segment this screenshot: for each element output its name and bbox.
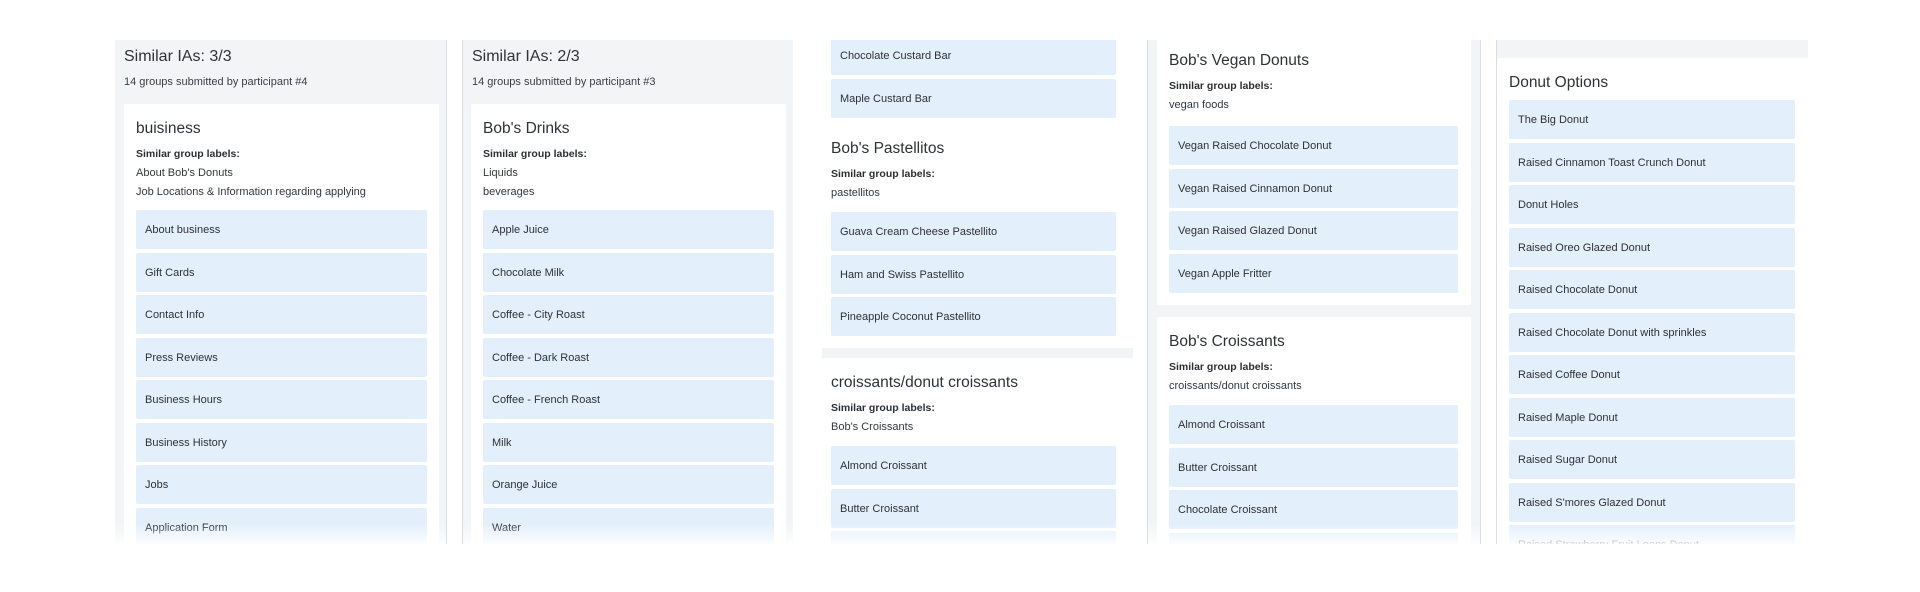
card-item[interactable]: Coffee - French Roast bbox=[483, 380, 774, 419]
group-card-drinks: Bob's Drinks Similar group labels: Liqui… bbox=[471, 104, 786, 544]
card-item[interactable]: Almond Croissant bbox=[1169, 405, 1458, 444]
similar-labels-heading: Similar group labels: bbox=[136, 148, 240, 160]
card-item[interactable]: Guava Cream Cheese Pastellito bbox=[831, 212, 1116, 251]
card-item[interactable]: Raised Sugar Donut bbox=[1509, 440, 1795, 479]
card-item[interactable]: Maple Custard Bar bbox=[831, 79, 1116, 118]
card-item[interactable]: Raised Chocolate Donut with sprinkles bbox=[1509, 313, 1795, 352]
column-title: Similar IAs: 2/3 bbox=[472, 48, 580, 65]
group-card-business: buisiness Similar group labels: About Bo… bbox=[124, 104, 439, 544]
similar-label: beverages bbox=[483, 186, 535, 198]
card-item[interactable]: About business bbox=[136, 210, 427, 249]
card-item[interactable]: Almond Croissant bbox=[831, 446, 1116, 485]
card-item[interactable]: Raised Chocolate Donut bbox=[1509, 270, 1795, 309]
card-item[interactable]: Chocolate Croissant bbox=[1169, 490, 1458, 529]
card-item[interactable]: Gift Cards bbox=[136, 253, 427, 292]
ia-column-4: Bob's Vegan Donuts Similar group labels:… bbox=[1147, 40, 1481, 544]
group-title: buisiness bbox=[136, 120, 201, 137]
card-item[interactable]: Vegan Apple Fritter bbox=[1169, 254, 1458, 293]
column-title: Similar IAs: 3/3 bbox=[124, 48, 232, 65]
column-subtitle: 14 groups submitted by participant #3 bbox=[472, 76, 656, 88]
card-item[interactable]: Ham and Swiss Pastellito bbox=[831, 255, 1116, 294]
similar-labels-heading: Similar group labels: bbox=[1169, 361, 1273, 373]
card-item[interactable]: Press Reviews bbox=[136, 338, 427, 377]
column-subtitle: 14 groups submitted by participant #4 bbox=[124, 76, 308, 88]
ia-column-3: Chocolate Custard Bar Maple Custard Bar … bbox=[822, 40, 1133, 544]
similar-labels-heading: Similar group labels: bbox=[831, 168, 935, 180]
card-item[interactable]: Donut Holes bbox=[1509, 185, 1795, 224]
card-item[interactable]: Chocolate Milk bbox=[483, 253, 774, 292]
card-item[interactable]: Orange Juice bbox=[483, 465, 774, 504]
card-item[interactable]: Pineapple Coconut Pastellito bbox=[831, 297, 1116, 336]
card-item[interactable]: Butter Croissant bbox=[1169, 448, 1458, 487]
card-item[interactable]: Raised Oreo Glazed Donut bbox=[1509, 228, 1795, 267]
group-card-croissants-donut: croissants/donut croissants Similar grou… bbox=[822, 358, 1133, 544]
group-card-croissants: Bob's Croissants Similar group labels: c… bbox=[1157, 317, 1471, 544]
card-item[interactable]: Vegan Raised Chocolate Donut bbox=[1169, 126, 1458, 165]
card-item[interactable]: Raised Strawberry Fruit Loops Donut bbox=[1509, 525, 1795, 544]
group-card-donut-options: Donut Options The Big Donut Raised Cinna… bbox=[1497, 58, 1808, 544]
group-title: Bob's Croissants bbox=[1169, 333, 1285, 350]
similar-label: vegan foods bbox=[1169, 99, 1229, 111]
card-item[interactable] bbox=[1169, 533, 1458, 544]
card-item[interactable] bbox=[831, 531, 1116, 544]
similar-label: Liquids bbox=[483, 167, 518, 179]
similar-label: croissants/donut croissants bbox=[1169, 380, 1302, 392]
card-item[interactable]: The Big Donut bbox=[1509, 100, 1795, 139]
ia-column-5: Donut Options The Big Donut Raised Cinna… bbox=[1496, 40, 1808, 544]
card-item[interactable]: Coffee - Dark Roast bbox=[483, 338, 774, 377]
group-title: Donut Options bbox=[1509, 74, 1609, 91]
group-title: croissants/donut croissants bbox=[831, 374, 1018, 391]
card-item[interactable]: Raised Maple Donut bbox=[1509, 398, 1795, 437]
similar-label: Bob's Croissants bbox=[831, 421, 914, 433]
card-item[interactable]: Milk bbox=[483, 423, 774, 462]
card-item[interactable]: Butter Croissant bbox=[831, 489, 1116, 528]
similar-labels-heading: Similar group labels: bbox=[1169, 80, 1273, 92]
group-card-vegan: Bob's Vegan Donuts Similar group labels:… bbox=[1157, 40, 1471, 305]
card-item[interactable]: Raised Cinnamon Toast Crunch Donut bbox=[1509, 143, 1795, 182]
card-item[interactable]: Vegan Raised Glazed Donut bbox=[1169, 211, 1458, 250]
group-title: Bob's Pastellitos bbox=[831, 140, 945, 157]
card-item[interactable]: Chocolate Custard Bar bbox=[831, 40, 1116, 75]
card-item[interactable]: Raised Coffee Donut bbox=[1509, 355, 1795, 394]
card-item[interactable]: Jobs bbox=[136, 465, 427, 504]
card-item[interactable]: Business Hours bbox=[136, 380, 427, 419]
group-title: Bob's Drinks bbox=[483, 120, 570, 137]
ia-column-2: Similar IAs: 2/3 14 groups submitted by … bbox=[462, 40, 793, 544]
card-item[interactable]: Apple Juice bbox=[483, 210, 774, 249]
card-item[interactable]: Vegan Raised Cinnamon Donut bbox=[1169, 169, 1458, 208]
card-item[interactable]: Application Form bbox=[136, 508, 427, 544]
card-item[interactable]: Coffee - City Roast bbox=[483, 295, 774, 334]
card-item[interactable]: Water bbox=[483, 508, 774, 544]
card-item[interactable]: Contact Info bbox=[136, 295, 427, 334]
group-card-pastellitos: Bob's Pastellitos Similar group labels: … bbox=[822, 124, 1133, 348]
card-item[interactable]: Business History bbox=[136, 423, 427, 462]
similar-labels-heading: Similar group labels: bbox=[483, 148, 587, 160]
similar-label: About Bob's Donuts bbox=[136, 167, 233, 179]
similar-label: pastellitos bbox=[831, 187, 880, 199]
similar-labels-heading: Similar group labels: bbox=[831, 402, 935, 414]
group-title: Bob's Vegan Donuts bbox=[1169, 52, 1309, 69]
similar-label: Job Locations & Information regarding ap… bbox=[136, 186, 366, 198]
ia-column-1: Similar IAs: 3/3 14 groups submitted by … bbox=[115, 40, 447, 544]
card-item[interactable]: Raised S'mores Glazed Donut bbox=[1509, 483, 1795, 522]
